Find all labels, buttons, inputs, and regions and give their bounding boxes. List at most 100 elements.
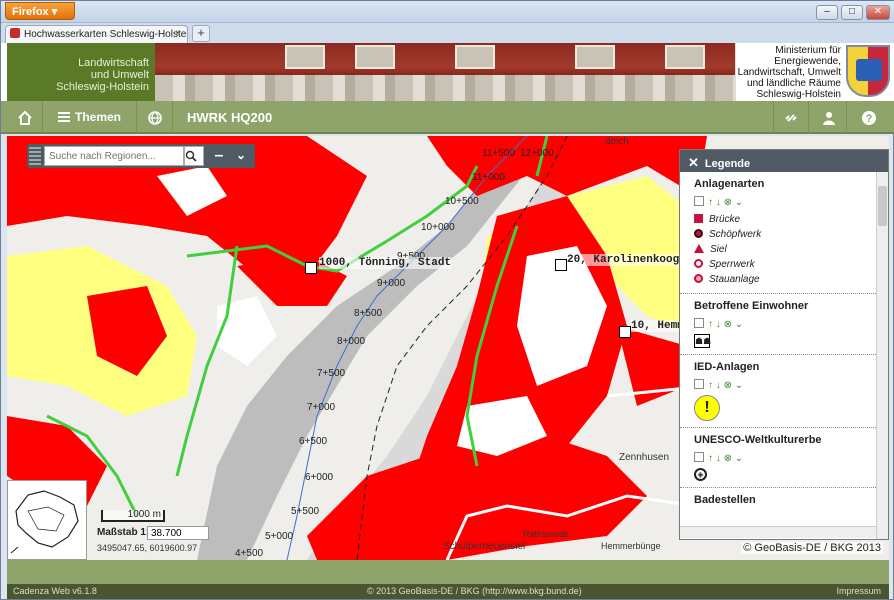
- more-options-button[interactable]: ⌄: [231, 146, 251, 166]
- km-mark: 8+500: [354, 308, 383, 319]
- impressum-link[interactable]: Impressum: [836, 584, 881, 599]
- logo-line: und Umwelt: [90, 69, 149, 81]
- legend-title: Legende: [704, 158, 751, 170]
- place-label: Hemmerbünge: [601, 541, 661, 551]
- coat-of-arms-icon: [846, 45, 890, 97]
- status-bar: Cadenza Web v6.1.8 © 2013 GeoBasis-DE / …: [7, 584, 889, 599]
- einwohner-symbol-icon: ☗☗: [694, 334, 712, 348]
- overview-map[interactable]: [7, 480, 87, 560]
- km-mark: 11+500: [482, 148, 515, 159]
- themen-label: Themen: [74, 110, 121, 124]
- expand-icon[interactable]: ⌄: [735, 453, 743, 464]
- legend-section-title: Badestellen: [694, 494, 756, 506]
- new-tab-button[interactable]: +: [192, 25, 210, 42]
- place-label: 1000, Tönning, Stadt: [319, 257, 452, 269]
- firefox-menu-button[interactable]: Firefox ▾: [5, 2, 75, 20]
- header-banner-image: [155, 43, 735, 101]
- remove-layer-icon[interactable]: ⊗: [724, 319, 732, 330]
- legend-layer-tools: ↑ ↓ ⊗ ⌄: [694, 196, 876, 208]
- einwohner-icon[interactable]: [305, 262, 317, 274]
- km-mark: 10+000: [421, 222, 455, 233]
- move-up-icon[interactable]: ↑: [708, 319, 713, 330]
- themen-button[interactable]: Themen: [43, 101, 137, 134]
- close-window-button[interactable]: ✕: [866, 5, 890, 20]
- zoom-out-button[interactable]: –: [209, 146, 229, 166]
- legend-item-label: Schöpfwerk: [709, 229, 762, 240]
- llur-logo[interactable]: Landwirtschaft und Umwelt Schleswig-Hols…: [7, 43, 155, 101]
- drag-handle-icon[interactable]: [29, 147, 41, 165]
- legend-section: Anlagenarten ↑ ↓ ⊗ ⌄ Brücke Schöpfwerk S…: [680, 172, 876, 294]
- legend-vertical-scrollbar[interactable]: [876, 172, 888, 539]
- einwohner-icon[interactable]: [555, 259, 567, 271]
- layer-checkbox[interactable]: [694, 318, 704, 328]
- logo-line: Schleswig-Holstein: [56, 81, 149, 93]
- legend-item: Brücke: [694, 212, 876, 227]
- ied-warning-icon: !: [694, 395, 720, 421]
- move-down-icon[interactable]: ↓: [716, 380, 721, 391]
- title-bar: Firefox ▾ – □ ✕: [1, 1, 894, 23]
- minimize-button[interactable]: –: [816, 5, 838, 20]
- region-search-input[interactable]: [44, 146, 184, 166]
- move-down-icon[interactable]: ↓: [716, 197, 721, 208]
- massstab-label: Maßstab 1:: [97, 527, 149, 538]
- layer-checkbox[interactable]: [694, 379, 704, 389]
- km-mark: 6+500: [299, 436, 328, 447]
- ministry-line: Schleswig-Holstein: [756, 89, 841, 100]
- layer-checkbox[interactable]: [694, 196, 704, 206]
- move-up-icon[interactable]: ↑: [708, 197, 713, 208]
- expand-icon[interactable]: ⌄: [735, 380, 743, 391]
- move-down-icon[interactable]: ↓: [716, 453, 721, 464]
- site-header: Landwirtschaft und Umwelt Schleswig-Hols…: [1, 43, 894, 101]
- legend-horizontal-scrollbar[interactable]: [680, 526, 876, 538]
- map-copyright: © GeoBasis-DE / BKG 2013: [741, 542, 883, 554]
- move-up-icon[interactable]: ↑: [708, 453, 713, 464]
- expand-icon[interactable]: ⌄: [735, 197, 743, 208]
- place-label: Rathsmede: [523, 529, 570, 539]
- move-down-icon[interactable]: ↓: [716, 319, 721, 330]
- user-icon: [822, 112, 835, 125]
- link-button[interactable]: [773, 101, 809, 134]
- home-button[interactable]: [7, 101, 43, 134]
- link-icon: [785, 114, 797, 122]
- move-up-icon[interactable]: ↑: [708, 380, 713, 391]
- tab-bar: Hochwasserkarten Schleswig-Holstein × +: [1, 23, 894, 43]
- globe-button[interactable]: [137, 101, 173, 134]
- legend-layer-tools: ↑ ↓ ⊗ ⌄: [694, 379, 876, 391]
- remove-layer-icon[interactable]: ⊗: [724, 197, 732, 208]
- footer-copyright: © 2013 GeoBasis-DE / BKG (http://www.bkg…: [367, 586, 582, 596]
- remove-layer-icon[interactable]: ⊗: [724, 380, 732, 391]
- tab-title: Hochwasserkarten Schleswig-Holstein: [24, 29, 188, 40]
- legend-layer-tools: ↑ ↓ ⊗ ⌄: [694, 318, 876, 330]
- scroll-thumb[interactable]: [878, 186, 887, 226]
- layer-checkbox[interactable]: [694, 452, 704, 462]
- ministry-logo[interactable]: Ministerium für Energiewende, Landwirtsc…: [735, 43, 894, 101]
- legend-item-label: Sperrwerk: [709, 259, 755, 270]
- close-legend-icon[interactable]: ✕: [688, 155, 699, 170]
- massstab-input[interactable]: [147, 526, 209, 540]
- km-mark: 4+500: [235, 548, 264, 559]
- legend-item-label: Brücke: [709, 214, 741, 225]
- km-mark: 7+000: [307, 402, 336, 413]
- main-toolbar: Themen HWRK HQ200 ?: [1, 101, 894, 134]
- place-label: Zennhusen: [619, 452, 670, 463]
- km-mark: 9+000: [377, 278, 406, 289]
- menu-icon: [57, 112, 70, 122]
- browser-tab[interactable]: Hochwasserkarten Schleswig-Holstein ×: [5, 25, 188, 43]
- remove-layer-icon[interactable]: ⊗: [724, 453, 732, 464]
- legend-section: Betroffene Einwohner ↑ ↓ ⊗ ⌄ ☗☗: [680, 294, 876, 355]
- help-button[interactable]: ?: [851, 101, 887, 134]
- legend-header: ✕ Legende: [680, 150, 888, 172]
- globe-icon: [147, 111, 162, 125]
- km-mark: 5+500: [291, 506, 320, 517]
- legend-item: Siel: [694, 242, 876, 257]
- place-label: 20, Karolinenkoog: [567, 254, 680, 266]
- search-button[interactable]: [184, 146, 204, 166]
- maximize-button[interactable]: □: [841, 5, 863, 20]
- siel-symbol-icon: [694, 244, 704, 253]
- tab-close-icon[interactable]: ×: [175, 28, 181, 39]
- km-mark: 11+000: [472, 172, 505, 183]
- einwohner-icon[interactable]: [619, 326, 631, 338]
- expand-icon[interactable]: ⌄: [735, 319, 743, 330]
- scale-bar: 1000 m: [101, 510, 165, 522]
- user-button[interactable]: [811, 101, 847, 134]
